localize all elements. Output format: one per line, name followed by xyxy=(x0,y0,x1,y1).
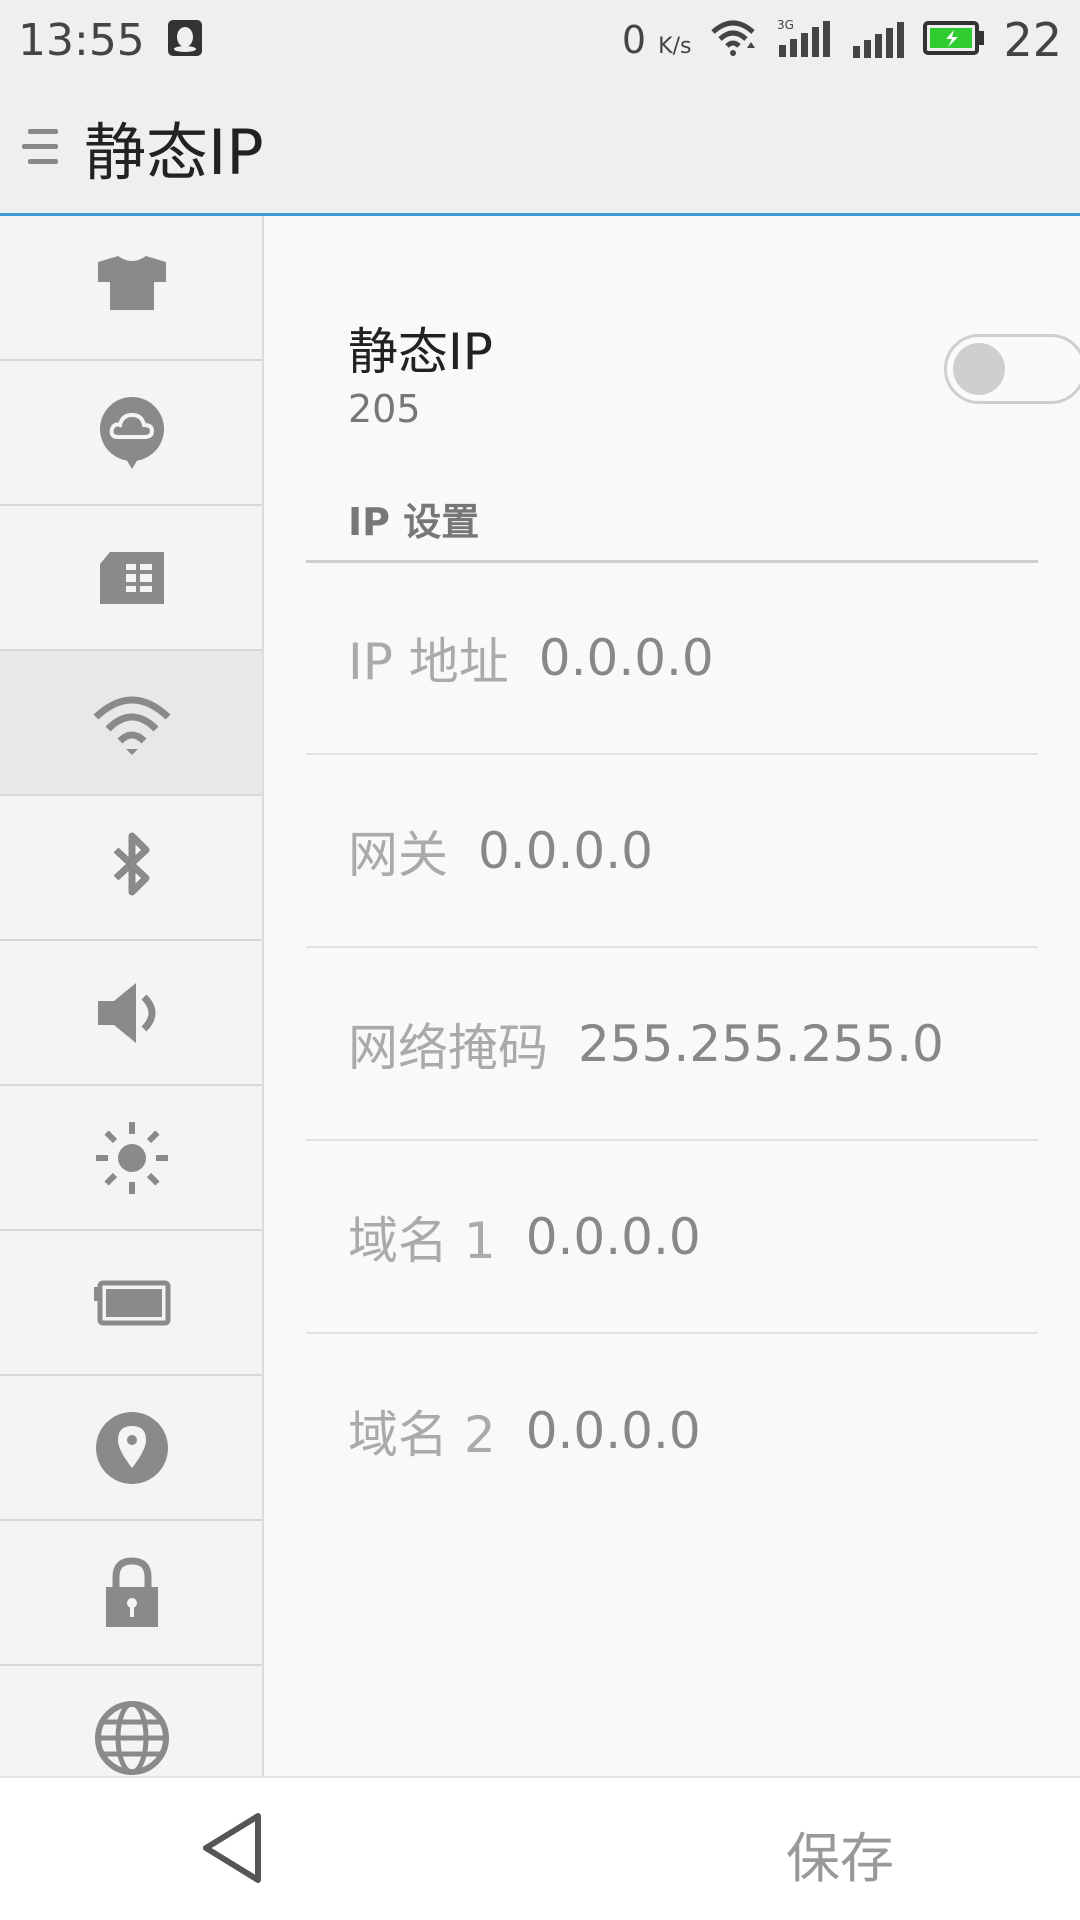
dns1-field[interactable]: 域名 1 0.0.0.0 xyxy=(306,1141,1038,1334)
location-icon xyxy=(96,1411,168,1484)
field-value: 0.0.0.0 xyxy=(525,1401,701,1460)
status-bar: 13:55 0 K/s 3G 22 xyxy=(0,0,1080,80)
field-label: 域名 1 xyxy=(348,1211,496,1270)
app-bar: 静态IP xyxy=(0,80,1080,216)
sidebar-item-sound[interactable] xyxy=(0,941,262,1086)
battery-level: 22 xyxy=(1003,13,1062,67)
shirt-icon xyxy=(98,255,166,310)
field-label: 网关 xyxy=(348,825,448,884)
speaker-icon xyxy=(98,982,156,1043)
field-value: 0.0.0.0 xyxy=(538,628,714,687)
netmask-field[interactable]: 网络掩码 255.255.255.0 xyxy=(306,948,1038,1141)
bottom-bar: 保存 xyxy=(0,1776,1080,1920)
globe-icon xyxy=(95,1700,169,1775)
sidebar-item-sim[interactable] xyxy=(0,506,262,651)
wifi-icon xyxy=(93,696,171,755)
status-left: 13:55 xyxy=(18,15,203,66)
lock-icon xyxy=(106,1556,158,1627)
page-title: 静态IP xyxy=(84,115,264,189)
net-speed-unit: K/s xyxy=(658,34,692,59)
static-ip-switch[interactable] xyxy=(944,334,1080,404)
wifi-icon xyxy=(709,18,757,62)
sidebar-item-location[interactable] xyxy=(0,1376,262,1521)
static-ip-panel: 静态IP 205 IP 设置 IP 地址 0.0.0.0 网关 0.0.0.0 … xyxy=(264,216,1080,1776)
field-value: 255.255.255.0 xyxy=(578,1014,944,1073)
dns2-field[interactable]: 域名 2 0.0.0.0 xyxy=(306,1334,1038,1527)
static-ip-title: 静态IP xyxy=(348,323,493,381)
sidebar-item-battery[interactable] xyxy=(0,1231,262,1376)
save-button[interactable]: 保存 xyxy=(786,1814,894,1893)
battery-charging-icon xyxy=(923,20,985,60)
signal-3g-icon: 3G xyxy=(775,17,833,63)
sidebar-item-language[interactable] xyxy=(0,1666,262,1776)
sim-card-icon xyxy=(100,551,164,604)
field-value: 0.0.0.0 xyxy=(478,821,653,880)
net-speed-value: 0 xyxy=(621,18,647,62)
status-right: 0 K/s 3G 22 xyxy=(622,13,1062,67)
field-label: 域名 2 xyxy=(348,1405,496,1464)
cloud-icon xyxy=(100,396,164,469)
network-type-label: 3G xyxy=(777,18,794,32)
ip-settings-header: IP 设置 xyxy=(348,500,480,544)
menu-icon[interactable] xyxy=(22,123,62,171)
sidebar-item-display[interactable] xyxy=(0,1086,262,1231)
sidebar-item-security[interactable] xyxy=(0,1521,262,1666)
net-speed: 0 K/s xyxy=(622,18,692,62)
bluetooth-icon xyxy=(113,832,150,895)
gateway-field[interactable]: 网关 0.0.0.0 xyxy=(306,755,1038,948)
back-triangle-icon xyxy=(203,1813,261,1883)
sidebar-item-wifi[interactable] xyxy=(0,651,262,796)
static-ip-toggle-row[interactable]: 静态IP 205 xyxy=(348,312,1080,442)
back-button[interactable] xyxy=(196,1808,276,1888)
sidebar-item-cloud[interactable] xyxy=(0,361,262,506)
status-time: 13:55 xyxy=(18,14,145,66)
static-ip-subtitle: 205 xyxy=(348,387,421,431)
switch-knob xyxy=(953,343,1005,395)
battery-icon xyxy=(94,1280,171,1325)
signal-icon xyxy=(851,18,905,62)
ip-address-field[interactable]: IP 地址 0.0.0.0 xyxy=(306,562,1038,755)
qq-icon xyxy=(167,19,203,61)
field-value: 0.0.0.0 xyxy=(525,1207,701,1266)
field-label: 网络掩码 xyxy=(348,1018,548,1077)
field-label: IP 地址 xyxy=(348,632,509,691)
sidebar-item-bluetooth[interactable] xyxy=(0,796,262,941)
settings-sidebar xyxy=(0,216,264,1776)
sidebar-item-themes[interactable] xyxy=(0,216,262,361)
brightness-icon xyxy=(96,1121,168,1194)
